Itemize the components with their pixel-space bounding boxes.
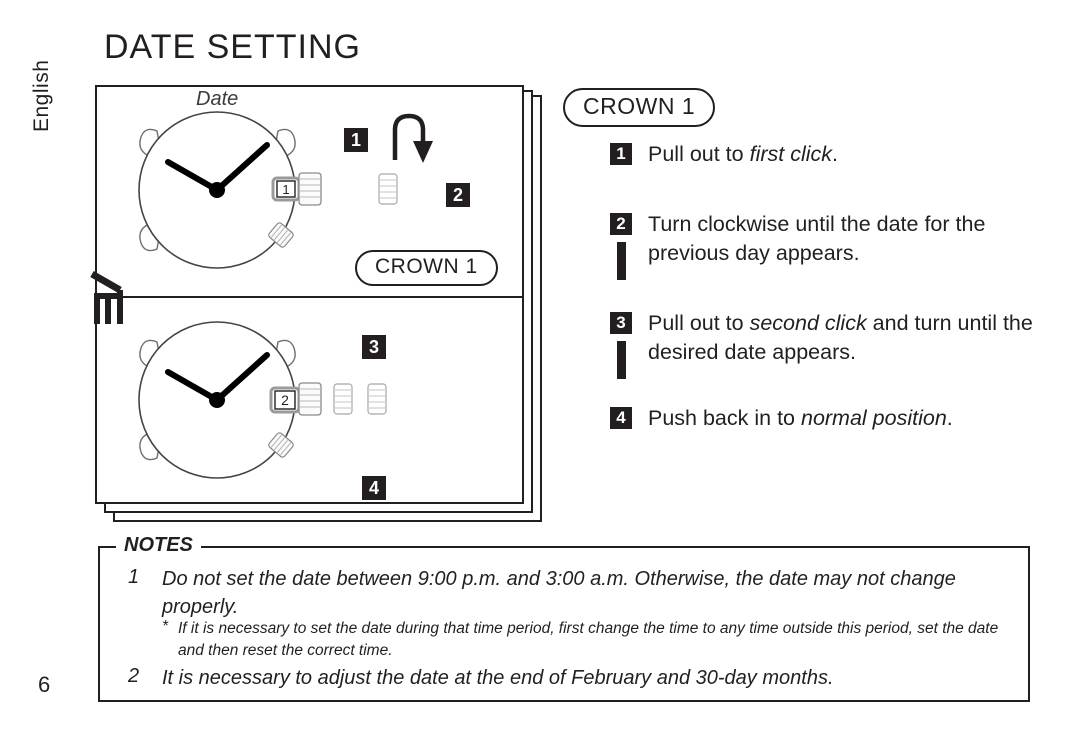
manual-page: English 6 DATE SETTING Date 1 1 2 CROWN …	[0, 0, 1080, 749]
note-item-1: 1 Do not set the date between 9:00 p.m. …	[128, 566, 1008, 621]
note-subnote-marker: *	[162, 618, 169, 635]
instructions-crown-pill: CROWN 1	[563, 88, 716, 127]
language-label: English	[30, 59, 53, 132]
note-item-2: 2 It is necessary to adjust the date at …	[128, 665, 1008, 693]
diagram-badge-3: 3	[362, 335, 386, 359]
watch-illustration-bottom: 2	[138, 321, 387, 479]
note-number: 1	[128, 566, 140, 588]
note-subnote-1: * If it is necessary to set the date dur…	[162, 618, 1012, 662]
step-text: Pull out to first click.	[648, 142, 838, 166]
u-turn-down-arrow-icon	[392, 113, 433, 163]
note-number: 2	[128, 665, 140, 687]
instruction-step: 4 Push back in to normal position.	[610, 404, 1040, 432]
step-connector-bar	[617, 341, 626, 380]
step-number-badge: 2	[610, 213, 632, 236]
diagram-badge-4: 4	[362, 476, 386, 500]
note-subnote-text: If it is necessary to set the date durin…	[178, 620, 999, 659]
instruction-step: 1 Pull out to first click.	[610, 140, 1040, 168]
diagram-badge-1: 1	[344, 128, 368, 152]
svg-text:2: 2	[281, 392, 289, 408]
step-connector-bar	[617, 242, 626, 281]
step-number-badge: 1	[610, 143, 632, 165]
diagram-badge-2: 2	[446, 183, 470, 207]
page-title: DATE SETTING	[104, 28, 361, 66]
notes-legend: NOTES	[116, 534, 201, 557]
note-text: Do not set the date between 9:00 p.m. an…	[162, 568, 956, 618]
step-number-badge: 3	[610, 312, 632, 335]
page-number: 6	[38, 672, 51, 697]
instruction-steps-list: 1 Pull out to first click. 2 Turn clockwise…	[610, 140, 1040, 432]
instruction-step: 3 Pull out to second click and turn until…	[610, 309, 1040, 380]
diagram-crown-pill: CROWN 1	[355, 250, 498, 286]
note-text: It is necessary to adjust the date at th…	[162, 667, 834, 689]
svg-text:1: 1	[282, 182, 289, 197]
step-number-badge: 4	[610, 406, 632, 429]
step-text: Pull out to second click and turn until …	[648, 311, 1033, 364]
step-text: Turn clockwise until the date for the pr…	[648, 212, 986, 265]
instruction-step: 2 Turn clockwise until the date for the p…	[610, 210, 1040, 281]
step-text: Push back in to normal position.	[648, 405, 953, 430]
